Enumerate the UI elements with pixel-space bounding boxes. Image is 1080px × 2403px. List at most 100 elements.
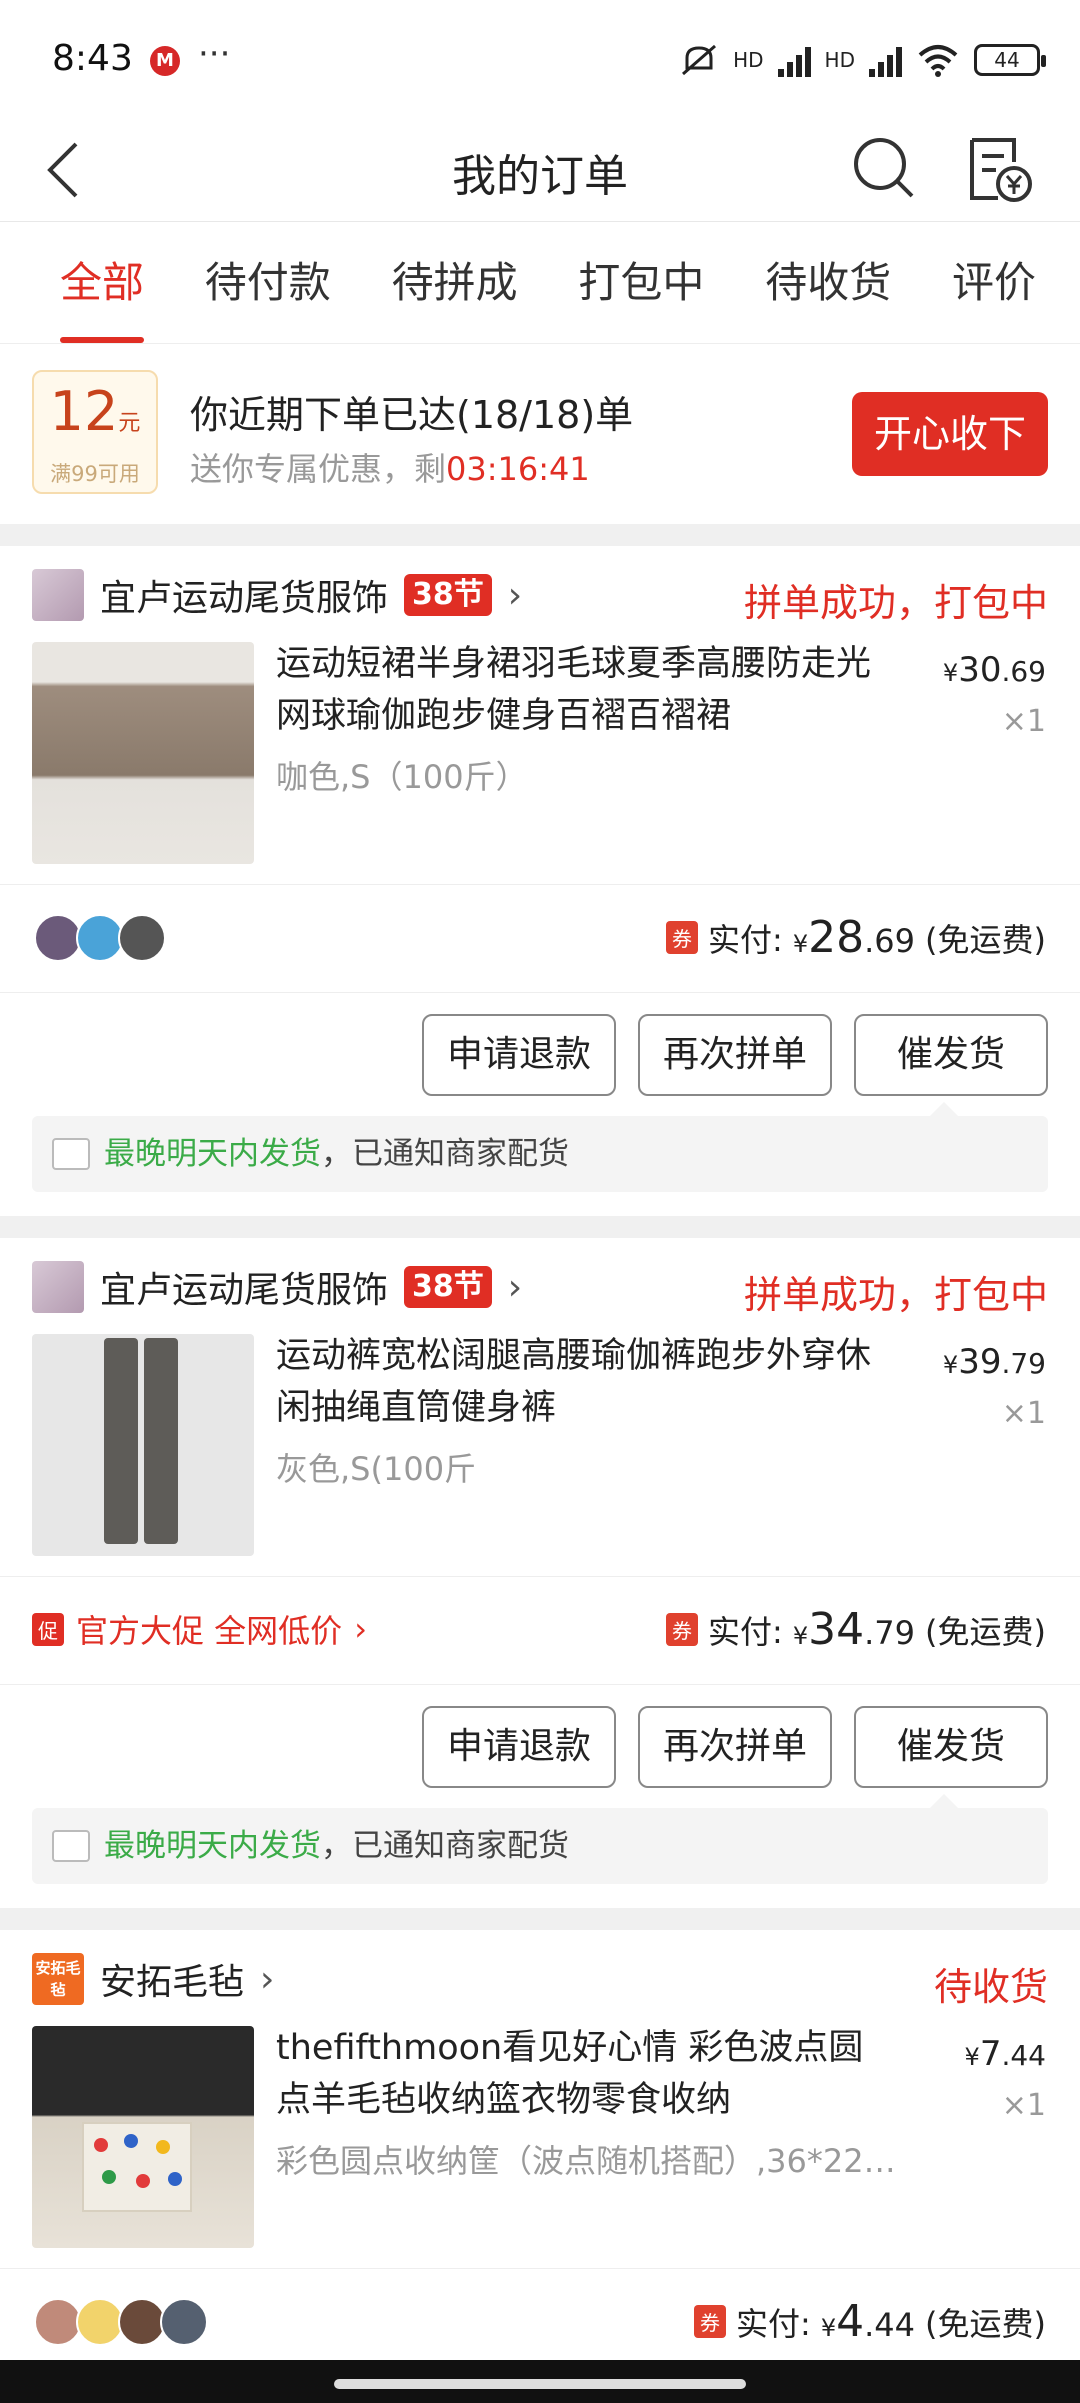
price-currency: ¥	[964, 2043, 980, 2071]
product-spec: 咖色,S（100斤）	[276, 758, 528, 796]
shipping-notice: 最晚明天内发货，已通知商家配货	[32, 1102, 1048, 1192]
paid-currency: ¥	[792, 930, 809, 958]
notice-text: ，已通知商家配货	[321, 1136, 569, 1172]
order-card[interactable]: 宜卢运动尾货服饰 38节 › 拼单成功，打包中 运动短裙半身裙羽毛球夏季高腰防走…	[0, 546, 1080, 1216]
refund-button[interactable]: 申请退款	[422, 1014, 616, 1096]
order-card[interactable]: 宜卢运动尾货服饰 38节 › 拼单成功，打包中 运动裤宽松阔腿高腰瑜伽裤跑步外穿…	[0, 1238, 1080, 1908]
price-decimal: .69	[1001, 655, 1046, 688]
tab-pending-group[interactable]: 待拼成	[392, 222, 518, 343]
order-card[interactable]: 安拓毛毡 安拓毛毡 › 待收货 thefifthmoon看见好心情 彩色波点圆点…	[0, 1930, 1080, 2360]
coupon-amount: 12	[49, 380, 119, 443]
coupon-unit: 元	[118, 411, 141, 436]
price-integer: 7	[979, 2034, 1002, 2074]
hd-label-1: HD	[733, 48, 764, 72]
order-actions: 申请退款 再次拼单 催发货	[422, 1014, 1048, 1096]
product-price: ¥39.79	[943, 1342, 1046, 1382]
paid-label: 实付:	[708, 1612, 783, 1651]
order-status: 拼单成功，打包中	[743, 1273, 1048, 1317]
regroup-button[interactable]: 再次拼单	[638, 1706, 832, 1788]
product-spec: 彩色圆点收纳筐（波点随机搭配）,36*22…	[276, 2142, 896, 2180]
price-integer: 39	[958, 1342, 1002, 1382]
product-quantity: ×1	[1001, 1396, 1046, 1431]
signal-icon-1	[777, 43, 811, 77]
status-icons: HD HD 44	[679, 40, 1046, 80]
official-promo-link[interactable]: 促 官方大促 全网低价 ›	[32, 1606, 367, 1652]
delivery-truck-icon	[52, 1138, 90, 1170]
tab-pending-payment[interactable]: 待付款	[205, 222, 331, 343]
avatar	[76, 914, 124, 962]
signal-icon-2	[869, 43, 902, 77]
promo-sub-prefix: 送你专属优惠，剩	[190, 450, 447, 488]
hd-label-2: HD	[824, 48, 855, 72]
shop-header[interactable]: 宜卢运动尾货服饰 38节 ›	[32, 1260, 522, 1314]
product-thumbnail[interactable]	[32, 642, 254, 864]
product-title[interactable]: thefifthmoon看见好心情 彩色波点圆点羊毛毡收纳篮衣物零食收纳	[276, 2022, 896, 2126]
divider	[0, 992, 1080, 993]
coupon-tag: 券	[666, 1613, 699, 1646]
shipping-note: (免运费)	[925, 1612, 1046, 1651]
search-icon[interactable]	[848, 132, 918, 202]
product-thumbnail[interactable]	[32, 1334, 254, 1556]
product-quantity: ×1	[1001, 2088, 1046, 2123]
notice-highlight: 最晚明天内发货	[104, 1136, 321, 1172]
price-decimal: .44	[1001, 2039, 1046, 2072]
status-time: 8:43	[52, 38, 133, 79]
order-tabs: 全部 待付款 待拼成 打包中 待收货 评价	[0, 222, 1080, 344]
coupon-condition: 满99可用	[50, 462, 140, 486]
divider	[0, 1684, 1080, 1685]
promo-text: 官方大促 全网低价	[76, 1612, 343, 1650]
refund-button[interactable]: 申请退款	[422, 1706, 616, 1788]
shop-name: 宜卢运动尾货服饰	[100, 1270, 389, 1311]
page-title: 我的订单	[452, 151, 628, 202]
paid-label: 实付:	[708, 920, 783, 959]
avatar	[76, 2298, 124, 2346]
shop-logo: 安拓毛毡	[32, 1953, 84, 2005]
promo-subtext: 送你专属优惠，剩03:16:41	[190, 444, 590, 490]
avatar	[118, 2298, 166, 2346]
avatar	[34, 2298, 82, 2346]
price-decimal: .79	[1001, 1347, 1046, 1380]
urge-shipping-button[interactable]: 催发货	[854, 1706, 1048, 1788]
product-title[interactable]: 运动短裙半身裙羽毛球夏季高腰防走光网球瑜伽跑步健身百褶百褶裙	[276, 638, 896, 742]
paid-decimal: .79	[864, 1614, 916, 1652]
product-thumbnail[interactable]	[32, 2026, 254, 2248]
product-spec: 灰色,S(100斤	[276, 1450, 477, 1488]
bill-icon[interactable]	[964, 132, 1034, 206]
price-integer: 30	[958, 650, 1002, 690]
regroup-button[interactable]: 再次拼单	[638, 1014, 832, 1096]
paid-amount: 券 实付: ¥34.79 (免运费)	[666, 1604, 1046, 1655]
tab-pending-receipt[interactable]: 待收货	[765, 222, 891, 343]
festival-badge: 38节	[404, 1266, 492, 1308]
payment-row: 券 实付: ¥28.69 (免运费)	[0, 884, 1080, 992]
home-indicator[interactable]	[334, 2379, 746, 2389]
bank-app-icon: M	[150, 46, 180, 76]
paid-integer: 4	[836, 2296, 865, 2347]
tab-review[interactable]: 评价	[952, 222, 1036, 343]
coupon-tag: 券	[666, 921, 699, 954]
urge-shipping-button[interactable]: 催发货	[854, 1014, 1048, 1096]
promo-headline: 你近期下单已达(18/18)单	[190, 393, 634, 437]
promo-tag: 促	[32, 1612, 64, 1646]
delivery-truck-icon	[52, 1830, 90, 1862]
product-price: ¥30.69	[943, 650, 1046, 690]
coupon-tag: 券	[694, 2305, 727, 2338]
shop-header[interactable]: 安拓毛毡 安拓毛毡 ›	[32, 1952, 274, 2006]
notice-text: ，已通知商家配货	[321, 1828, 569, 1864]
paid-currency: ¥	[820, 2314, 837, 2342]
tab-all[interactable]: 全部	[60, 222, 145, 343]
product-quantity: ×1	[1001, 704, 1046, 739]
notice-highlight: 最晚明天内发货	[104, 1828, 321, 1864]
product-title[interactable]: 运动裤宽松阔腿高腰瑜伽裤跑步外穿休闲抽绳直筒健身裤	[276, 1330, 896, 1434]
product-price: ¥7.44	[965, 2034, 1046, 2074]
order-status: 待收货	[933, 1965, 1048, 2009]
avatar	[34, 914, 82, 962]
accept-coupon-button[interactable]: 开心收下	[852, 392, 1048, 476]
tab-packing[interactable]: 打包中	[578, 222, 704, 343]
paid-integer: 28	[808, 912, 865, 963]
battery-icon: 44	[974, 44, 1046, 76]
promo-countdown: 03:16:41	[446, 450, 590, 488]
wifi-icon	[918, 45, 958, 77]
paid-amount: 券 实付: ¥28.69 (免运费)	[666, 912, 1046, 963]
price-currency: ¥	[942, 659, 959, 687]
shop-header[interactable]: 宜卢运动尾货服饰 38节 ›	[32, 568, 522, 622]
